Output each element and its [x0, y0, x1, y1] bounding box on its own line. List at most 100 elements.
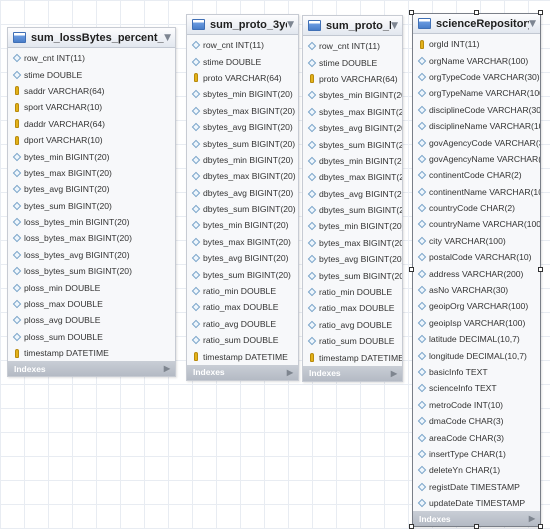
- column-row[interactable]: ratio_max DOUBLE: [303, 300, 402, 316]
- column-row[interactable]: sbytes_avg BIGINT(20): [303, 120, 402, 136]
- column-row[interactable]: sbytes_avg BIGINT(20): [187, 119, 298, 135]
- table-sum-proto-hourly[interactable]: sum_proto_hourly▼ row_cnt INT(11) stime DO…: [302, 15, 403, 382]
- resize-handle[interactable]: [409, 267, 414, 272]
- column-row[interactable]: row_cnt INT(11): [187, 37, 298, 53]
- column-row[interactable]: address VARCHAR(200): [413, 265, 540, 281]
- expand-arrow-icon[interactable]: ▶: [164, 364, 170, 373]
- column-row[interactable]: basicInfo TEXT: [413, 364, 540, 380]
- collapse-arrow-icon[interactable]: ▼: [287, 20, 294, 30]
- column-row[interactable]: ploss_max DOUBLE: [8, 296, 175, 312]
- column-row[interactable]: sbytes_max BIGINT(20): [303, 104, 402, 120]
- column-row[interactable]: bytes_max BIGINT(20): [8, 165, 175, 181]
- column-row[interactable]: loss_bytes_avg BIGINT(20): [8, 247, 175, 263]
- collapse-arrow-icon[interactable]: ▼: [529, 19, 536, 29]
- table-header[interactable]: sum_proto_3yearly▼: [187, 15, 298, 35]
- column-row[interactable]: ploss_min DOUBLE: [8, 279, 175, 295]
- column-row[interactable]: registDate TIMESTAMP: [413, 479, 540, 495]
- table-header[interactable]: sum_lossBytes_percent_hourly▼: [8, 28, 175, 48]
- column-row[interactable]: bytes_sum BIGINT(20): [187, 266, 298, 282]
- column-row[interactable]: dbytes_sum BIGINT(20): [303, 202, 402, 218]
- column-row[interactable]: ratio_sum DOUBLE: [187, 332, 298, 348]
- column-row[interactable]: ratio_min DOUBLE: [187, 283, 298, 299]
- column-row[interactable]: countryCode CHAR(2): [413, 200, 540, 216]
- column-row[interactable]: ratio_max DOUBLE: [187, 299, 298, 315]
- column-row[interactable]: dbytes_min BIGINT(20): [187, 152, 298, 168]
- column-row[interactable]: bytes_avg BIGINT(20): [187, 250, 298, 266]
- column-row[interactable]: ratio_avg DOUBLE: [187, 316, 298, 332]
- resize-handle[interactable]: [473, 524, 479, 529]
- column-row[interactable]: bytes_min BIGINT(20): [187, 217, 298, 233]
- column-row[interactable]: govAgencyName VARCHAR(100): [413, 151, 540, 167]
- column-row[interactable]: geoipOrg VARCHAR(100): [413, 298, 540, 314]
- column-row[interactable]: dbytes_avg BIGINT(20): [187, 185, 298, 201]
- column-row[interactable]: ratio_sum DOUBLE: [303, 333, 402, 349]
- column-row[interactable]: stime DOUBLE: [8, 66, 175, 82]
- column-row[interactable]: continentCode CHAR(2): [413, 167, 540, 183]
- column-row[interactable]: dbytes_min BIGINT(20): [303, 153, 402, 169]
- column-row[interactable]: dbytes_max BIGINT(20): [187, 168, 298, 184]
- column-row[interactable]: loss_bytes_max BIGINT(20): [8, 230, 175, 246]
- column-row[interactable]: bytes_sum BIGINT(20): [8, 198, 175, 214]
- column-row[interactable]: ratio_min DOUBLE: [303, 284, 402, 300]
- column-row[interactable]: metroCode INT(10): [413, 397, 540, 413]
- column-row[interactable]: longitude DECIMAL(10,7): [413, 347, 540, 363]
- column-row[interactable]: proto VARCHAR(64): [187, 70, 298, 86]
- indexes-section[interactable]: Indexes ▶: [303, 365, 402, 381]
- column-row[interactable]: sbytes_min BIGINT(20): [303, 87, 402, 103]
- column-row[interactable]: bytes_sum BIGINT(20): [303, 267, 402, 283]
- column-row[interactable]: bytes_min BIGINT(20): [8, 148, 175, 164]
- expand-arrow-icon[interactable]: ▶: [391, 369, 397, 378]
- column-row[interactable]: geoipIsp VARCHAR(100): [413, 315, 540, 331]
- table-header[interactable]: scienceRepository ▼: [413, 14, 540, 34]
- expand-arrow-icon[interactable]: ▶: [529, 514, 535, 523]
- column-row[interactable]: sbytes_sum BIGINT(20): [303, 136, 402, 152]
- indexes-section[interactable]: Indexes ▶: [187, 364, 298, 380]
- column-row[interactable]: sport VARCHAR(10): [8, 99, 175, 115]
- collapse-arrow-icon[interactable]: ▼: [164, 33, 171, 43]
- column-row[interactable]: loss_bytes_sum BIGINT(20): [8, 263, 175, 279]
- column-row[interactable]: timestamp DATETIME: [8, 345, 175, 361]
- column-row[interactable]: postalCode VARCHAR(10): [413, 249, 540, 265]
- column-row[interactable]: areaCode CHAR(3): [413, 429, 540, 445]
- column-row[interactable]: bytes_max BIGINT(20): [187, 234, 298, 250]
- column-row[interactable]: city VARCHAR(100): [413, 233, 540, 249]
- column-row[interactable]: deleteYn CHAR(1): [413, 462, 540, 478]
- column-row[interactable]: ploss_avg DOUBLE: [8, 312, 175, 328]
- column-row[interactable]: ploss_sum DOUBLE: [8, 329, 175, 345]
- column-row[interactable]: dmaCode CHAR(3): [413, 413, 540, 429]
- column-row[interactable]: scienceInfo TEXT: [413, 380, 540, 396]
- column-row[interactable]: stime DOUBLE: [187, 53, 298, 69]
- column-row[interactable]: orgTypeCode VARCHAR(30): [413, 69, 540, 85]
- column-row[interactable]: row_cnt INT(11): [303, 38, 402, 54]
- column-row[interactable]: dbytes_sum BIGINT(20): [187, 201, 298, 217]
- indexes-section[interactable]: Indexes ▶: [8, 361, 175, 377]
- column-row[interactable]: orgName VARCHAR(100): [413, 52, 540, 68]
- column-row[interactable]: continentName VARCHAR(100): [413, 184, 540, 200]
- collapse-arrow-icon[interactable]: ▼: [391, 21, 398, 31]
- column-row[interactable]: stime DOUBLE: [303, 54, 402, 70]
- column-row[interactable]: sbytes_sum BIGINT(20): [187, 135, 298, 151]
- resize-handle[interactable]: [538, 524, 543, 529]
- column-row[interactable]: dbytes_avg BIGINT(20): [303, 186, 402, 202]
- column-row[interactable]: disciplineCode VARCHAR(30): [413, 102, 540, 118]
- column-row[interactable]: govAgencyCode VARCHAR(30): [413, 134, 540, 150]
- expand-arrow-icon[interactable]: ▶: [287, 368, 293, 377]
- column-row[interactable]: bytes_avg BIGINT(20): [8, 181, 175, 197]
- column-row[interactable]: dbytes_max BIGINT(20): [303, 169, 402, 185]
- column-row[interactable]: saddr VARCHAR(64): [8, 83, 175, 99]
- resize-handle[interactable]: [538, 10, 543, 15]
- column-row[interactable]: sbytes_min BIGINT(20): [187, 86, 298, 102]
- table-sum-lossbytes-percent-hourly[interactable]: sum_lossBytes_percent_hourly▼ row_cnt INT…: [7, 27, 176, 378]
- column-row[interactable]: updateDate TIMESTAMP: [413, 495, 540, 511]
- column-row[interactable]: dport VARCHAR(10): [8, 132, 175, 148]
- table-header[interactable]: sum_proto_hourly▼: [303, 16, 402, 36]
- column-row[interactable]: insertType CHAR(1): [413, 446, 540, 462]
- column-row[interactable]: loss_bytes_min BIGINT(20): [8, 214, 175, 230]
- column-row[interactable]: daddr VARCHAR(64): [8, 116, 175, 132]
- resize-handle[interactable]: [538, 267, 543, 272]
- column-row[interactable]: orgTypeName VARCHAR(100): [413, 85, 540, 101]
- column-row[interactable]: bytes_min BIGINT(20): [303, 218, 402, 234]
- column-row[interactable]: proto VARCHAR(64): [303, 71, 402, 87]
- column-row[interactable]: row_cnt INT(11): [8, 50, 175, 66]
- resize-handle[interactable]: [473, 10, 479, 15]
